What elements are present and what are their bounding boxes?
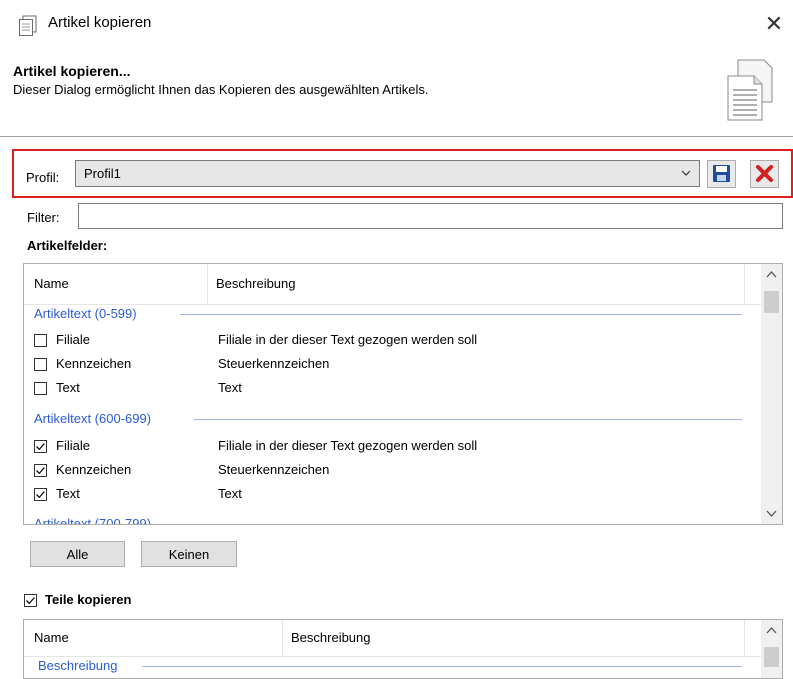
field-description: Filiale in der dieser Text gezogen werde… (218, 438, 478, 453)
filter-input[interactable] (78, 203, 783, 229)
checkmark-icon (26, 597, 35, 605)
select-none-button[interactable]: Keinen (141, 541, 237, 567)
list-header: Name Beschreibung (24, 620, 761, 657)
window-title: Artikel kopieren (48, 14, 152, 31)
column-header-name[interactable]: Name (34, 276, 69, 291)
scrollbar[interactable] (761, 264, 782, 524)
field-description: Steuerkennzeichen (218, 462, 330, 477)
profile-selected-value: Profil1 (84, 166, 121, 181)
group-divider (180, 314, 742, 315)
document-copy-icon (18, 15, 38, 37)
column-header-description[interactable]: Beschreibung (291, 630, 371, 645)
profile-label: Profil: (26, 170, 60, 185)
header-divider (0, 136, 793, 137)
list-item[interactable]: Text Text (34, 486, 734, 508)
checkbox[interactable] (34, 334, 47, 347)
column-divider (282, 620, 283, 656)
teile-kopieren-checkbox[interactable] (24, 594, 37, 607)
checkbox[interactable] (34, 382, 47, 395)
close-button[interactable]: ✕ (760, 10, 788, 38)
scroll-down-icon[interactable] (761, 503, 782, 524)
chevron-down-icon (679, 166, 693, 180)
checkmark-icon (36, 443, 45, 451)
scroll-up-icon[interactable] (761, 264, 782, 285)
checkmark-icon (36, 467, 45, 475)
filter-label: Filter: (27, 210, 60, 225)
list-item[interactable]: Kennzeichen Steuerkennzeichen (34, 462, 734, 484)
checkbox[interactable] (34, 488, 47, 501)
list-item[interactable]: Filiale Filiale in der dieser Text gezog… (34, 332, 734, 354)
field-description: Text (218, 380, 242, 395)
column-divider (744, 264, 745, 304)
scroll-up-icon[interactable] (761, 620, 782, 641)
field-name: Text (56, 380, 80, 395)
article-fields-list[interactable]: Name Beschreibung Artikeltext (0-599) Fi… (23, 263, 783, 525)
delete-x-icon (756, 165, 773, 182)
teile-kopieren-label: Teile kopieren (45, 592, 132, 607)
scrollbar[interactable] (761, 620, 782, 678)
field-description: Filiale in der dieser Text gezogen werde… (218, 332, 478, 347)
save-profile-button[interactable] (707, 160, 736, 188)
checkbox[interactable] (34, 464, 47, 477)
dialog-heading: Artikel kopieren... (13, 63, 131, 79)
group-divider (194, 419, 742, 420)
column-header-description[interactable]: Beschreibung (216, 276, 296, 291)
profile-dropdown[interactable]: Profil1 (75, 160, 700, 187)
dialog-description: Dieser Dialog ermöglicht Ihnen das Kopie… (13, 82, 429, 97)
group-header: Artikeltext (600-699) (34, 411, 152, 426)
field-description: Text (218, 486, 242, 501)
field-name: Filiale (56, 332, 90, 347)
list-header: Name Beschreibung (24, 264, 761, 305)
group-header: Beschreibung (38, 658, 118, 673)
scroll-thumb[interactable] (764, 291, 779, 313)
field-name: Kennzeichen (56, 462, 132, 477)
checkbox[interactable] (34, 440, 47, 453)
list-item[interactable]: Filiale Filiale in der dieser Text gezog… (34, 438, 734, 460)
select-all-button[interactable]: Alle (30, 541, 125, 567)
field-name: Text (56, 486, 80, 501)
checkmark-icon (36, 491, 45, 499)
checkbox[interactable] (34, 358, 47, 371)
column-divider (207, 264, 208, 304)
parts-list[interactable]: Name Beschreibung Beschreibung (23, 619, 783, 679)
list-item[interactable]: Text Text (34, 380, 734, 402)
article-fields-label: Artikelfelder: (27, 238, 108, 253)
field-name: Filiale (56, 438, 90, 453)
group-header: Artikeltext (700-799) (34, 516, 152, 525)
field-description: Steuerkennzeichen (218, 356, 330, 371)
save-icon (713, 165, 730, 182)
documents-icon (724, 58, 776, 122)
group-header: Artikeltext (0-599) (34, 306, 137, 321)
field-name: Kennzeichen (56, 356, 132, 371)
column-header-name[interactable]: Name (34, 630, 69, 645)
list-item[interactable]: Kennzeichen Steuerkennzeichen (34, 356, 734, 378)
group-divider (142, 666, 742, 667)
scroll-thumb[interactable] (764, 647, 779, 667)
delete-profile-button[interactable] (750, 160, 779, 188)
column-divider (744, 620, 745, 656)
